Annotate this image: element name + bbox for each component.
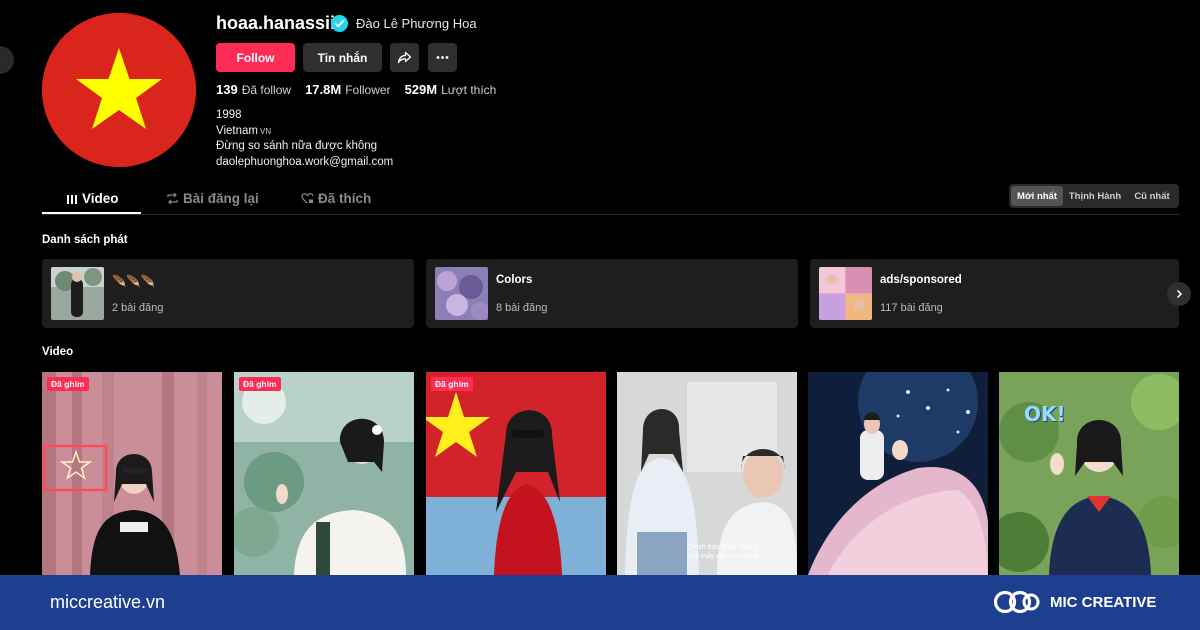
tab-video[interactable]: Video [66,191,119,206]
avatar[interactable] [42,13,196,167]
sort-oldest[interactable]: Cũ nhất [1127,186,1177,206]
video-thumbnail[interactable]: Đã ghim [426,372,606,575]
username: hoaa.hanassii [216,13,336,33]
playlist-thumbnail [435,267,488,320]
heart-lock-icon [301,193,314,204]
tab-liked[interactable]: Đã thích [301,191,371,206]
verified-badge-icon [331,15,348,32]
more-options-button[interactable] [428,43,457,72]
video-caption: Crush bảo thích những nhà máy chỉ cơ trườ… [687,544,759,560]
playlist-card[interactable]: ads/sponsored 117 bài đăng [810,259,1179,328]
sort-newest[interactable]: Mới nhất [1011,186,1063,206]
playlist-count: 2 bài đăng [112,302,164,314]
ellipsis-icon [436,56,449,59]
playlist-title: ads/sponsored [880,274,962,286]
playlist-thumbnail [819,267,872,320]
sort-trending[interactable]: Thịnh Hành [1063,186,1127,206]
playlist-card[interactable]: 🪶🪶🪶 2 bài đăng [42,259,414,328]
playlist-title: 🪶🪶🪶 [112,276,155,288]
repost-icon [167,192,178,205]
tab-reposts[interactable]: Bài đăng lại [166,191,259,206]
footer-banner: miccreative.vn MIC CREATIVE [0,575,1200,630]
active-tab-indicator [42,212,141,214]
bio-line-year: 1998 [216,109,242,121]
follow-button[interactable]: Follow [216,43,295,72]
playlist-count: 117 bài đăng [880,302,943,314]
video-3-image [426,372,606,575]
video-thumbnail[interactable]: Đã ghim [234,372,414,575]
display-name: Đào Lê Phương Hoa [356,16,477,31]
video-5-image [808,372,988,575]
video-thumbnail[interactable]: Crush bảo thích những nhà máy chỉ cơ trườ… [617,372,797,575]
pinned-badge: Đã ghim [431,377,473,391]
video-overlay-text: OK! [1024,402,1066,426]
grid-bars-icon [67,194,77,204]
video-thumbnail[interactable] [808,372,988,575]
sort-toggle: Mới nhất Thịnh Hành Cũ nhất [1009,184,1179,208]
playlist-title: Colors [496,274,533,286]
share-arrow-icon [397,51,412,64]
pinned-badge: Đã ghim [47,377,89,391]
footer-site-link[interactable]: miccreative.vn [50,592,165,613]
vietnam-flag-image [42,13,196,167]
bio-email: daolephuonghoa.work@gmail.com [216,155,394,168]
follower-count[interactable]: 17.8M Follower [305,82,391,97]
side-nav-button[interactable] [0,46,14,74]
message-button[interactable]: Tin nhắn [303,43,382,72]
following-count[interactable]: 139 Đã follow [216,82,291,97]
playlist-thumbnail [51,267,104,320]
footer-brand: MIC CREATIVE [1050,594,1157,611]
profile-stats: 139 Đã follow 17.8M Follower 529M Lượt thíc… [216,82,496,97]
profile-bio: 1998 Vietnam VN Đừng so sánh nữa được khô… [216,108,393,170]
bio-line-quote: Đừng so sánh nữa được không [216,140,378,152]
playlist-count: 8 bài đăng [496,302,548,314]
chevron-right-icon [1176,289,1183,299]
playlist-card[interactable]: Colors 8 bài đăng [426,259,798,328]
likes-count: 529M Lượt thích [404,82,497,97]
share-button[interactable] [390,43,419,72]
videos-heading: Video [42,346,74,358]
video-thumbnail[interactable]: Đã ghim [42,372,222,575]
mic-creative-logo-icon [993,590,1040,614]
video-2-image [234,372,414,575]
video-1-image [42,372,222,575]
pinned-badge: Đã ghim [239,377,281,391]
playlist-next-button[interactable] [1167,282,1191,306]
bio-line-country: Vietnam VN [216,124,272,137]
video-thumbnail[interactable]: OK! [999,372,1179,575]
playlists-heading: Danh sách phát [42,234,128,246]
